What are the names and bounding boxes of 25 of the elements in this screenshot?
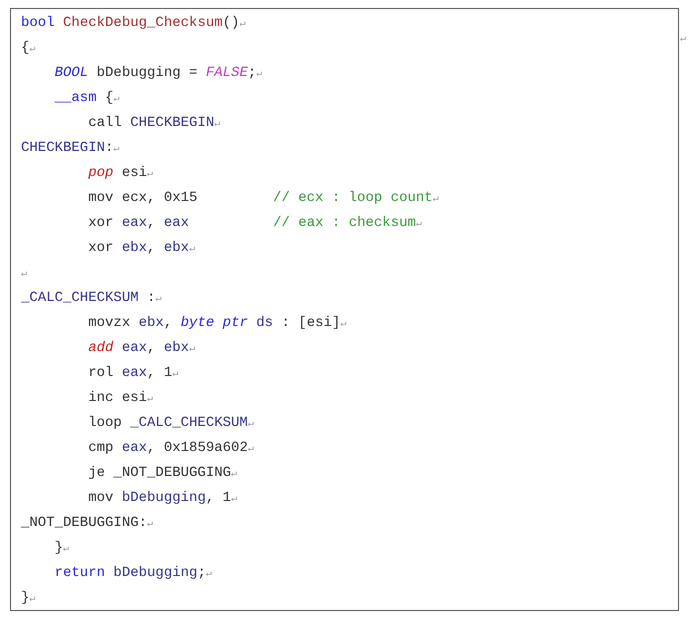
- code-line: __asm {↵: [54, 89, 120, 108]
- code-line: movzx ebx, byte ptr ds : [esi]↵: [87, 314, 346, 333]
- code-line: mov bDebugging, 1↵: [87, 489, 238, 508]
- code-line: _NOT_DEBUGGING:↵: [21, 514, 154, 533]
- code-line: {↵: [21, 39, 36, 58]
- code-line: return bDebugging;↵: [54, 564, 212, 583]
- code-line: ↵: [21, 268, 28, 282]
- code-line: bool CheckDebug_Checksum()↵: [21, 14, 246, 33]
- code-line: xor eax, eax // eax : checksum↵: [87, 214, 422, 233]
- code-line: }↵: [54, 539, 70, 558]
- code-line: loop _CALC_CHECKSUM↵: [87, 414, 254, 433]
- code-line: add eax, ebx↵: [87, 339, 196, 358]
- code-line: rol eax, 1↵: [87, 364, 178, 383]
- code-line: call CHECKBEGIN↵: [87, 114, 220, 133]
- code-line: CHECKBEGIN:↵: [21, 139, 120, 158]
- code-line: inc esi↵: [87, 389, 154, 408]
- code-line: cmp eax, 0x1859a602↵: [87, 439, 254, 458]
- code-line: mov ecx, 0x15 // ecx : loop count↵: [87, 189, 439, 208]
- code-line: }↵: [21, 589, 36, 608]
- code-line: pop esi↵: [87, 164, 154, 183]
- code-line: je _NOT_DEBUGGING↵: [87, 464, 238, 483]
- code-line: _CALC_CHECKSUM :↵: [21, 289, 162, 308]
- code-line: BOOL bDebugging = FALSE;↵: [54, 64, 262, 83]
- paragraph-mark: ↵: [680, 33, 686, 47]
- code-line: xor ebx, ebx↵: [87, 239, 196, 258]
